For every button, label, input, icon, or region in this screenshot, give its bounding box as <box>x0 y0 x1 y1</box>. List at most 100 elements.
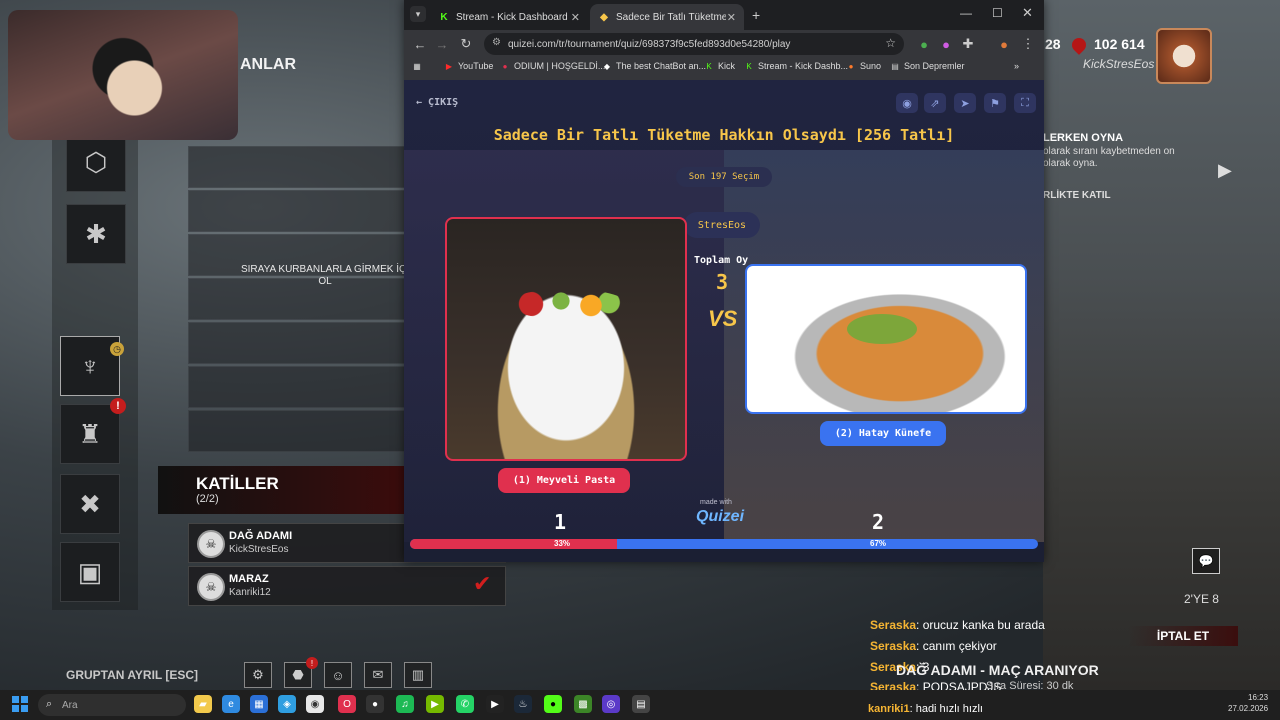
extension-icon[interactable]: ● <box>936 34 956 54</box>
rail-icon-chest[interactable]: ▣ <box>60 542 120 602</box>
app-icon[interactable]: ◎ <box>602 695 620 713</box>
quizei-logo[interactable]: Quizei <box>696 508 744 526</box>
close-icon[interactable]: ✕ <box>727 11 736 24</box>
lobby-slot <box>188 366 406 408</box>
ready-check-icon: ✔ <box>473 571 492 596</box>
clock-icon: ◷ <box>110 342 124 356</box>
fullscreen-icon[interactable]: ⛶ <box>1014 93 1036 113</box>
more-bookmarks-icon[interactable]: » <box>1014 61 1019 71</box>
new-tab-icon[interactable]: + <box>752 7 760 23</box>
exit-button[interactable]: ← ÇIKIŞ <box>416 97 458 108</box>
reload-icon[interactable]: ↻ <box>456 34 476 54</box>
bookmark-item[interactable]: ▤ Son Depremler <box>890 61 964 71</box>
app-icon[interactable]: ▶ <box>486 695 504 713</box>
extension-icon[interactable]: ● <box>914 34 934 54</box>
bookmark-item[interactable]: K Kick <box>704 61 735 71</box>
killer-row[interactable]: ☠ MARAZ Kanriki12 ✔ <box>188 566 506 606</box>
chevron-right-icon[interactable]: ▶ <box>1218 160 1232 181</box>
chrome-icon[interactable]: ◉ <box>306 695 324 713</box>
stats-icon[interactable]: ▥ <box>404 662 432 688</box>
made-with-label: made with <box>700 499 732 506</box>
system-clock[interactable]: 16:23 27.02.2026 <box>1228 692 1268 714</box>
quiz-title: Sadece Bir Tatlı Tüketme Hakkın Olsaydı … <box>493 126 955 144</box>
taskbar-search[interactable]: ⌕ Ara <box>38 694 186 716</box>
score-count: 28 <box>1045 36 1061 52</box>
browser-window: ▾ K Stream - Kick Dashboard ✕ ◆ Sadece B… <box>404 0 1044 562</box>
odium-icon: ● <box>502 61 508 71</box>
app-icon[interactable]: ● <box>544 695 562 713</box>
play-together-desc: olarak sıranı kaybetmeden on olarak oyna… <box>1043 146 1175 169</box>
minecraft-icon[interactable]: ▩ <box>574 695 592 713</box>
fruit-topping <box>507 289 627 319</box>
steam-icon[interactable]: ♨ <box>514 695 532 713</box>
minimize-icon[interactable]: — <box>960 6 972 20</box>
rail-icon-emblem[interactable]: ⬡ <box>66 132 126 192</box>
windows-start-icon[interactable] <box>12 696 28 712</box>
webcam-overlay <box>8 10 238 140</box>
option1-vote-count: 1 <box>554 510 567 534</box>
option2-button[interactable]: (2) Hatay Künefe <box>820 421 946 446</box>
lobby-slot <box>188 190 406 232</box>
tab-kick-dashboard[interactable]: K Stream - Kick Dashboard ✕ <box>430 4 588 30</box>
cancel-button[interactable]: İPTAL ET <box>1128 626 1238 646</box>
bookmark-item[interactable]: ◆ The best ChatBot an... <box>602 61 706 71</box>
whatsapp-icon[interactable]: ✆ <box>456 695 474 713</box>
lobby-hint-text: SIRAYA KURBANLARLA GİRMEK İÇİ OL <box>240 264 409 287</box>
extensions-icon[interactable]: ✚ <box>958 34 978 54</box>
option1-image[interactable] <box>445 217 687 461</box>
rail-icon-offering[interactable]: ♜ <box>60 404 120 464</box>
share-icon[interactable]: ⇗ <box>924 93 946 113</box>
menu-icon[interactable]: ⋮ <box>1018 34 1038 54</box>
forward-icon[interactable]: → <box>432 34 452 54</box>
address-bar[interactable]: ⚙ quizei.com/tr/tournament/quiz/698373f9… <box>484 33 904 55</box>
bookmark-item[interactable]: ● ODIUM | HOŞGELDİ... <box>500 61 606 71</box>
chat-icon[interactable]: 💬 <box>1192 548 1220 574</box>
site-info-icon[interactable]: ⚙ <box>492 37 501 48</box>
option2-image[interactable] <box>745 264 1027 414</box>
killers-title: KATİLLER <box>196 474 279 493</box>
close-icon[interactable]: ✕ <box>571 11 580 24</box>
tab-label: Stream - Kick Dashboard <box>456 11 568 23</box>
killers-count: (2/2) <box>196 493 219 505</box>
spotify-icon[interactable]: ♫ <box>396 695 414 713</box>
join-together-button[interactable]: RLİKTE KATIL <box>1043 190 1111 201</box>
section-title: ANLAR <box>240 56 296 73</box>
bookmark-item[interactable]: ● Suno <box>846 61 881 71</box>
profile-icon[interactable]: ☺ <box>324 662 352 688</box>
play-together-title: LERKEN OYNA <box>1043 132 1124 144</box>
maximize-icon[interactable]: ☐ <box>992 6 1003 20</box>
settings-icon[interactable]: ⚙ <box>244 662 272 688</box>
obs-icon[interactable]: ▤ <box>632 695 650 713</box>
lobby-slot <box>188 146 406 188</box>
rail-icon-network[interactable]: ✱ <box>66 204 126 264</box>
vs-icon: VS <box>708 306 738 331</box>
search-icon: ⌕ <box>46 698 53 710</box>
flag-icon[interactable]: ⚑ <box>984 93 1006 113</box>
opera-icon[interactable]: O <box>338 695 356 713</box>
nvidia-icon[interactable]: ▶ <box>426 695 444 713</box>
tab-quizei[interactable]: ◆ Sadece Bir Tatlı Tüketme Hakkın ✕ <box>590 4 744 30</box>
edge-icon[interactable]: e <box>222 695 240 713</box>
apps-icon[interactable]: ▦ <box>412 61 426 71</box>
bookmark-item[interactable]: ▶ YouTube <box>444 61 493 71</box>
window-close-icon[interactable]: ✕ <box>1022 5 1033 21</box>
back-icon[interactable]: ← <box>410 34 430 54</box>
tab-search-icon[interactable]: ▾ <box>410 6 426 22</box>
kick-icon: K <box>706 61 712 71</box>
profile-avatar-icon[interactable]: ● <box>994 34 1014 54</box>
killer-avatar-icon: ☠ <box>197 573 225 601</box>
bookmark-item[interactable]: K Stream - Kick Dashb... <box>744 61 848 71</box>
option2-vote-count: 2 <box>872 510 885 534</box>
bookmark-star-icon[interactable]: ☆ <box>885 36 896 50</box>
file-explorer-icon[interactable]: ▰ <box>194 695 212 713</box>
app-icon[interactable]: ● <box>366 695 384 713</box>
store-app-icon[interactable]: ▦ <box>250 695 268 713</box>
eye-icon[interactable]: ◉ <box>896 93 918 113</box>
option1-button[interactable]: (1) Meyveli Pasta <box>498 468 630 493</box>
inbox-icon[interactable]: ✉ <box>364 662 392 688</box>
app-icon[interactable]: ◈ <box>278 695 296 713</box>
player-avatar[interactable] <box>1156 28 1212 84</box>
send-icon[interactable]: ➤ <box>954 93 976 113</box>
rail-icon-crossed[interactable]: ✖ <box>60 474 120 534</box>
leave-group-button[interactable]: GRUPTAN AYRIL [ESC] <box>66 668 198 682</box>
